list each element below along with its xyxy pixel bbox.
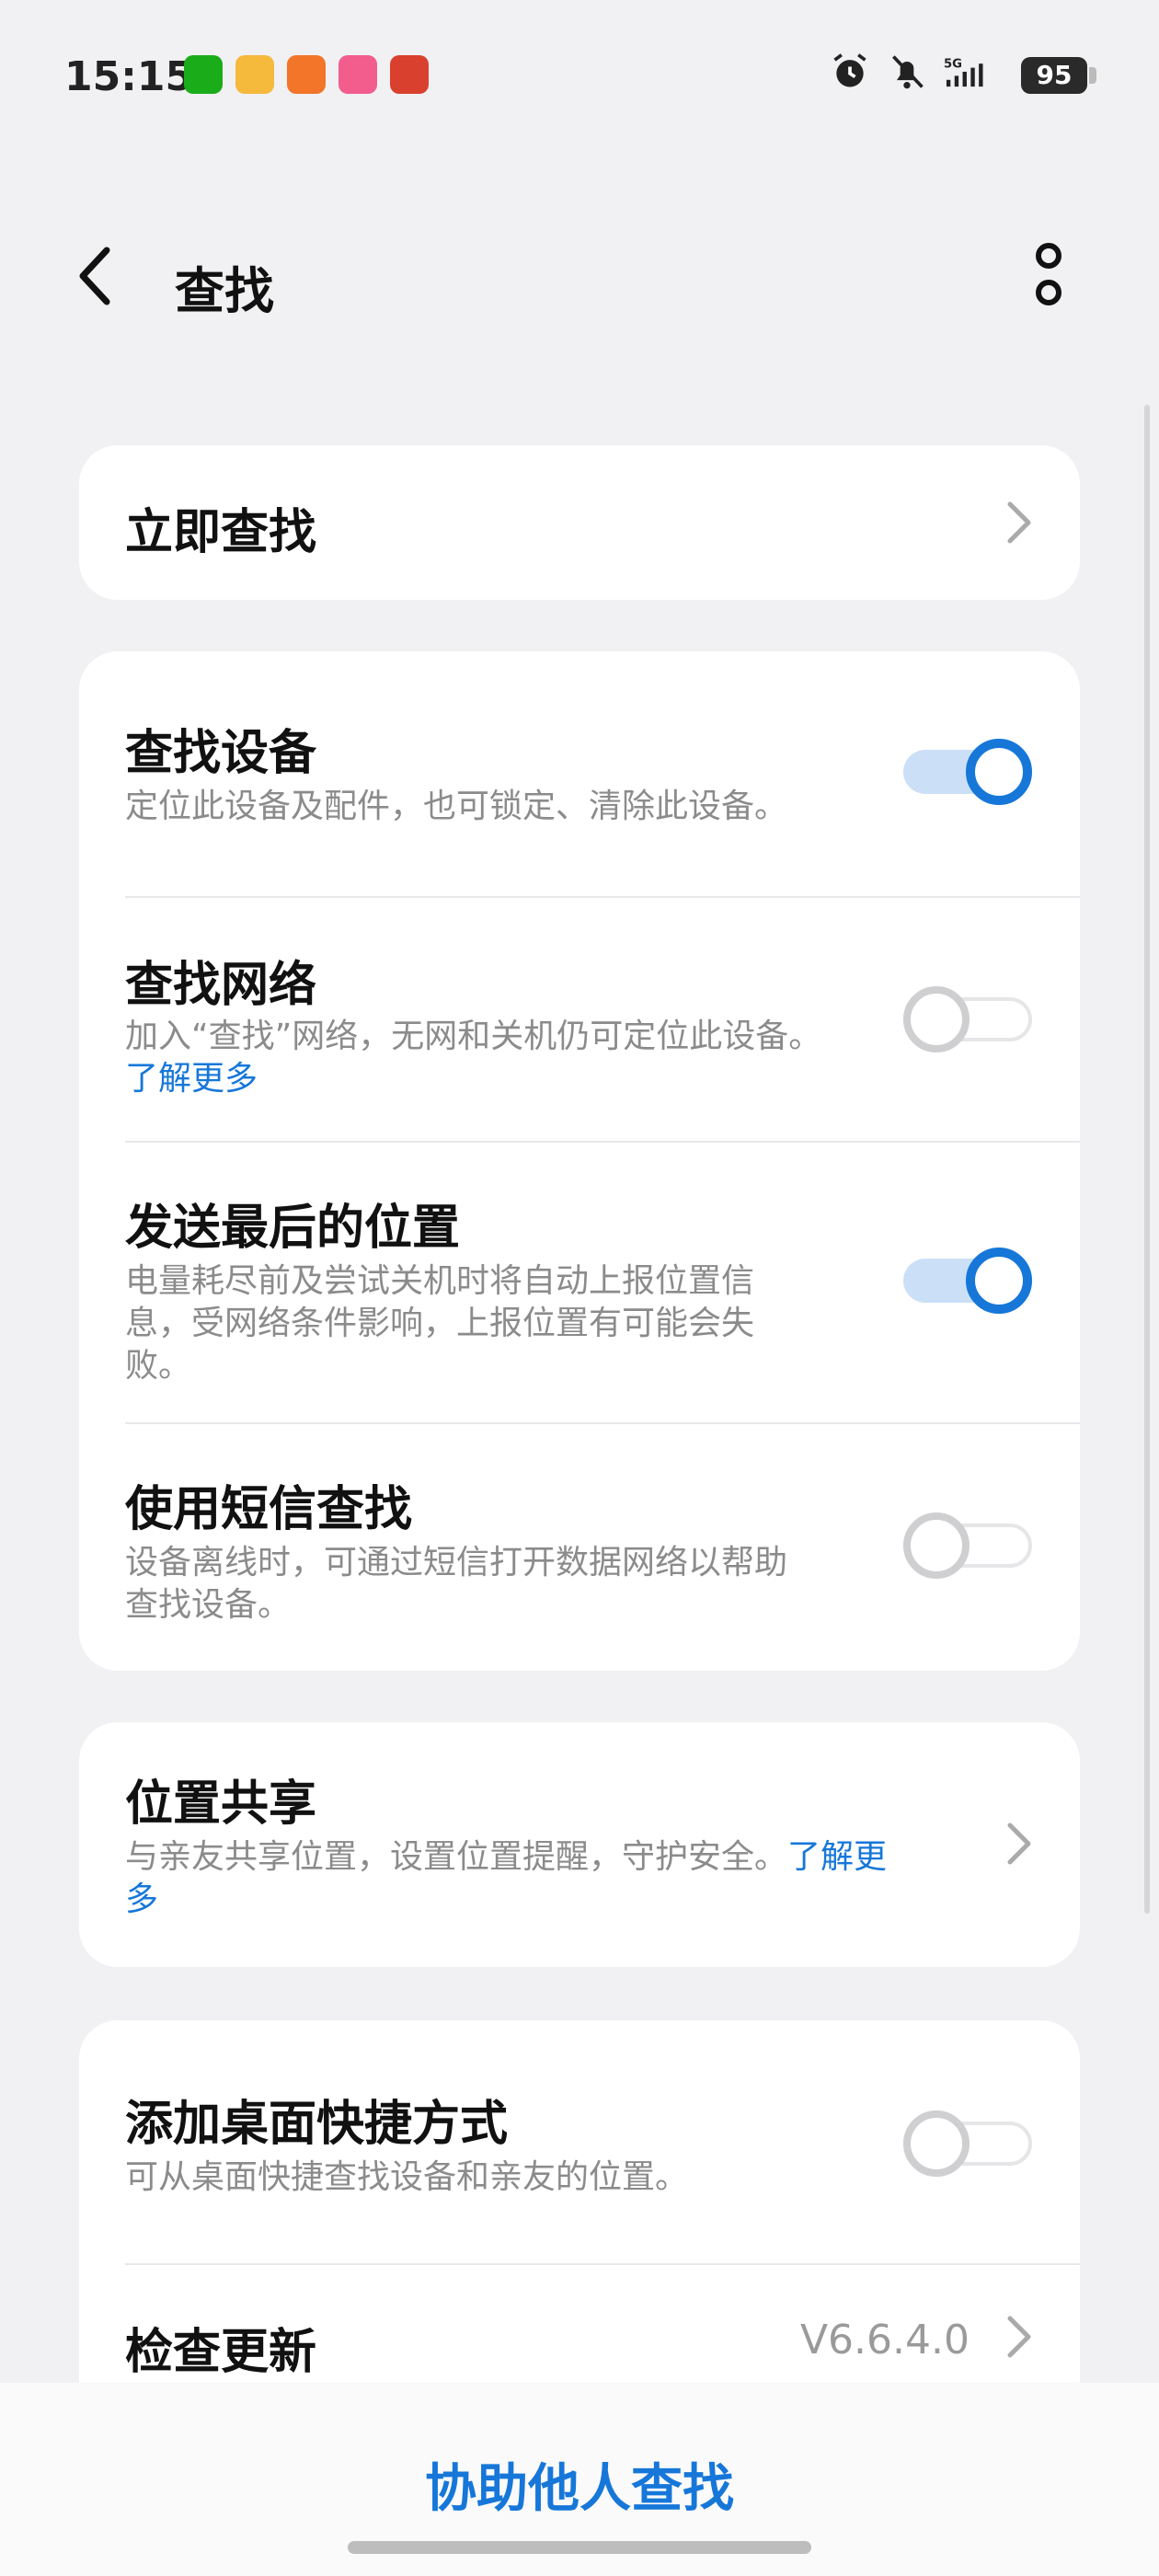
find-now-label: 立即查找 xyxy=(125,505,317,560)
assist-others-button[interactable]: 协助他人查找 xyxy=(0,2447,1159,2522)
setting-subtitle: 定位此设备及配件，也可锁定、清除此设备。 xyxy=(125,788,788,825)
send-last-location-toggle[interactable] xyxy=(903,1248,1032,1314)
signal-5g-icon: 5G xyxy=(944,58,983,87)
find-device-toggle[interactable] xyxy=(903,739,1032,805)
network-label: 5G xyxy=(944,58,962,72)
back-arrow-icon[interactable] xyxy=(64,239,129,313)
mute-bell-icon xyxy=(892,55,924,89)
setting-subtitle: 加入“查找”网络，无网和关机仍可定位此设备。 了解更多 xyxy=(125,1016,861,1100)
find-settings-card: 查找设备 定位此设备及配件，也可锁定、清除此设备。 查找网络 加入“查找”网络，… xyxy=(79,651,1080,1671)
weibo-icon xyxy=(235,55,274,94)
system-icons: 5G xyxy=(830,52,984,92)
setting-row-shortcut[interactable]: 添加桌面快捷方式 可从桌面快捷查找设备和亲友的位置。 xyxy=(79,2020,1080,2263)
setting-row-find-device[interactable]: 查找设备 定位此设备及配件，也可锁定、清除此设备。 xyxy=(79,651,1080,896)
location-share-card[interactable]: 位置共享 与亲友共享位置，设置位置提醒，守护安全。了解更 多 xyxy=(79,1722,1080,1967)
chevron-right-icon xyxy=(1007,2316,1031,2358)
learn-more-link[interactable]: 了解更 xyxy=(787,1838,887,1876)
setting-subtitle: 可从桌面快捷查找设备和亲友的位置。 xyxy=(125,2158,689,2196)
subtitle-line: 设备离线时，可通过短信打开数据网络以帮助 xyxy=(125,1544,788,1581)
setting-subtitle: 电量耗尽前及尝试关机时将自动上报位置信 息，受网络条件影响，上报位置有可能会失 … xyxy=(125,1260,861,1387)
setting-row-sms-find[interactable]: 使用短信查找 设备离线时，可通过短信打开数据网络以帮助 查找设备。 xyxy=(79,1424,1080,1671)
status-time: 15:15 xyxy=(64,53,194,100)
game-app-icon xyxy=(390,55,429,94)
subtitle-line: 败。 xyxy=(125,1347,192,1385)
alarm-icon xyxy=(833,53,866,87)
scrollbar[interactable] xyxy=(1144,405,1150,1914)
status-bar: 15:15 5G 95 xyxy=(0,0,1159,156)
location-share-subtitle-text: 与亲友共享位置，设置位置提醒，守护安全。 xyxy=(125,1838,788,1876)
check-update-title: 检查更新 xyxy=(125,2325,317,2380)
page-title: 查找 xyxy=(175,262,274,320)
find-network-toggle[interactable] xyxy=(903,986,1032,1052)
setting-title: 查找设备 xyxy=(125,726,317,781)
version-label: V6.6.4.0 xyxy=(799,2317,970,2363)
sms-find-toggle[interactable] xyxy=(903,1512,1032,1579)
find-now-card[interactable]: 立即查找 xyxy=(79,445,1080,600)
learn-more-link[interactable]: 了解更多 xyxy=(125,1060,258,1098)
setting-row-send-last-location[interactable]: 发送最后的位置 电量耗尽前及尝试关机时将自动上报位置信 息，受网络条件影响，上报… xyxy=(79,1143,1080,1422)
setting-row-find-network[interactable]: 查找网络 加入“查找”网络，无网和关机仍可定位此设备。 了解更多 xyxy=(79,898,1080,1141)
subtitle-line: 查找设备。 xyxy=(125,1586,292,1624)
chevron-right-icon xyxy=(1007,501,1031,544)
subtitle-line: 电量耗尽前及尝试关机时将自动上报位置信 xyxy=(125,1262,755,1300)
location-share-title: 位置共享 xyxy=(125,1777,317,1832)
setting-subtitle-text: 加入“查找”网络，无网和关机仍可定位此设备。 xyxy=(125,1018,822,1055)
app-header: 查找 xyxy=(0,202,1159,340)
bottom-action-bar: 协助他人查找 xyxy=(0,2383,1159,2576)
wechat-icon xyxy=(184,55,223,94)
setting-title: 发送最后的位置 xyxy=(125,1201,461,1256)
setting-title: 查找网络 xyxy=(125,958,317,1013)
notification-app-icons xyxy=(184,55,429,94)
battery-indicator: 95 xyxy=(1021,57,1087,94)
more-options-icon[interactable] xyxy=(1021,237,1076,320)
location-share-subtitle: 与亲友共享位置，设置位置提醒，守护安全。了解更 多 xyxy=(125,1836,953,1921)
home-indicator[interactable] xyxy=(348,2541,811,2554)
setting-title: 添加桌面快捷方式 xyxy=(125,2097,509,2152)
app-orange-icon xyxy=(287,55,326,94)
learn-more-link-cont[interactable]: 多 xyxy=(125,1880,158,1918)
misc-card: 添加桌面快捷方式 可从桌面快捷查找设备和亲友的位置。 检查更新 V6.6.4.0 xyxy=(79,2020,1080,2425)
shortcut-toggle[interactable] xyxy=(903,2110,1032,2177)
bilibili-icon xyxy=(339,55,377,94)
subtitle-line: 息，受网络条件影响，上报位置有可能会失 xyxy=(125,1305,755,1342)
battery-tip xyxy=(1089,67,1096,84)
chevron-right-icon xyxy=(1007,1823,1031,1865)
setting-title: 使用短信查找 xyxy=(125,1482,413,1537)
setting-subtitle: 设备离线时，可通过短信打开数据网络以帮助 查找设备。 xyxy=(125,1542,861,1627)
